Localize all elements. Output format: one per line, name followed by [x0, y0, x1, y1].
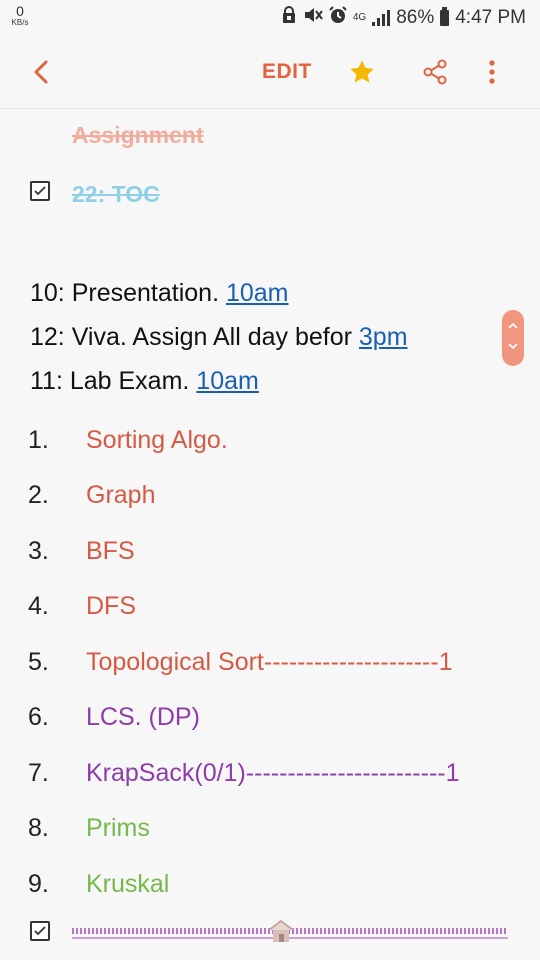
- list-number: 4.: [28, 592, 49, 620]
- alarm-icon: [329, 6, 347, 30]
- house-icon: [266, 918, 296, 944]
- list-text: Prims: [86, 814, 150, 842]
- list-text: Kruskal: [86, 870, 170, 898]
- list-text: Topological Sort---------------------1: [86, 648, 453, 676]
- list-text: Graph: [86, 481, 156, 509]
- network-type-label: 4G: [352, 12, 367, 23]
- time-link[interactable]: 3pm: [359, 323, 408, 351]
- battery-percent: 86%: [396, 7, 435, 28]
- list-item: 1. Sorting Algo.: [0, 426, 540, 466]
- divider-row: [30, 916, 520, 946]
- struck-heading: Assignment: [72, 122, 204, 148]
- note-content[interactable]: Assignment 22: TOC 10: Presentation. 10a…: [0, 108, 540, 960]
- scroll-handle[interactable]: [502, 310, 524, 366]
- chevron-down-icon: [508, 342, 518, 352]
- schedule-text: 10: Presentation.: [30, 279, 226, 307]
- clock-time: 4:47 PM: [455, 7, 526, 28]
- schedule-line-presentation: 10: Presentation. 10am: [30, 279, 289, 308]
- edit-button[interactable]: EDIT: [262, 60, 312, 84]
- data-speed-indicator: 0 KB/s: [10, 3, 30, 27]
- list-text: Sorting Algo.: [86, 426, 228, 454]
- back-arrow-icon[interactable]: [30, 58, 56, 86]
- mute-icon: [303, 6, 323, 30]
- star-icon[interactable]: [348, 58, 376, 86]
- list-number: 3.: [28, 537, 49, 565]
- list-number: 8.: [28, 814, 49, 842]
- battery-icon: [440, 7, 450, 26]
- checklist-item-toc: 22: TOC: [72, 181, 160, 207]
- list-item: 4. DFS: [0, 592, 540, 632]
- list-item: 6. LCS. (DP): [0, 703, 540, 743]
- list-number: 7.: [28, 759, 49, 787]
- time-link[interactable]: 10am: [226, 279, 289, 307]
- list-text: DFS: [86, 592, 136, 620]
- app-bar: EDIT: [0, 36, 540, 109]
- list-number: 2.: [28, 481, 49, 509]
- schedule-text: 11: Lab Exam.: [30, 367, 197, 395]
- list-number: 6.: [28, 703, 49, 731]
- schedule-text: 12: Viva. Assign All day befor: [30, 323, 359, 351]
- more-options-icon[interactable]: [482, 58, 502, 86]
- chevron-up-icon: [508, 322, 518, 332]
- schedule-line-viva: 12: Viva. Assign All day befor 3pm: [30, 323, 408, 352]
- list-text: LCS. (DP): [86, 703, 200, 731]
- schedule-line-lab-exam: 11: Lab Exam. 10am: [30, 367, 259, 396]
- list-text: KrapSack(0/1)------------------------1: [86, 759, 460, 787]
- checkbox-checked[interactable]: [30, 921, 50, 941]
- time-link[interactable]: 10am: [196, 367, 259, 395]
- status-icons: 4G 86% 4:47 PM: [281, 6, 526, 30]
- list-item: 5. Topological Sort---------------------…: [0, 648, 540, 688]
- data-speed-value: 0: [16, 3, 24, 19]
- list-number: 1.: [28, 426, 49, 454]
- list-item: 3. BFS: [0, 537, 540, 577]
- list-item: 2. Graph: [0, 481, 540, 521]
- share-icon[interactable]: [422, 58, 448, 86]
- data-speed-unit: KB/s: [11, 18, 29, 27]
- list-number: 5.: [28, 648, 49, 676]
- lock-icon: [281, 6, 297, 30]
- status-bar: 0 KB/s 4G 86% 4:47 PM: [0, 0, 540, 36]
- list-text: BFS: [86, 537, 135, 565]
- list-item: 9. Kruskal: [0, 870, 540, 910]
- signal-icon: [372, 10, 391, 26]
- list-number: 9.: [28, 870, 49, 898]
- list-item: 7. KrapSack(0/1)------------------------…: [0, 759, 540, 799]
- list-item: 8. Prims: [0, 814, 540, 854]
- checkbox-checked[interactable]: [30, 181, 50, 201]
